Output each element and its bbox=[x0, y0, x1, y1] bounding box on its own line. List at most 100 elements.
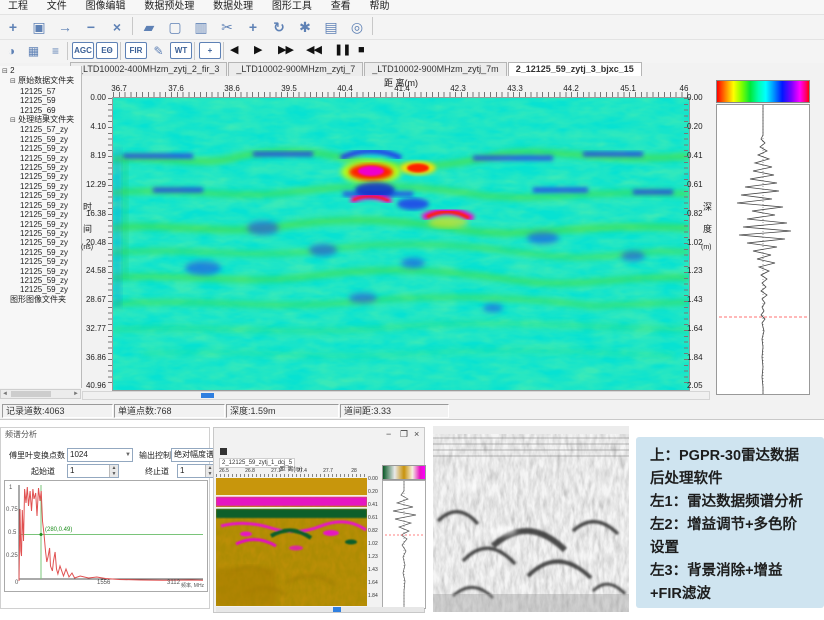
file-add-icon[interactable]: + bbox=[2, 17, 24, 37]
depth-axis-unit: (m) bbox=[701, 244, 712, 251]
tree-item[interactable]: 12125_59_zy bbox=[0, 248, 81, 257]
plot-horizontal-scrollbar[interactable] bbox=[82, 391, 710, 400]
menu-image-edit[interactable]: 图像编辑 bbox=[78, 0, 134, 14]
gain-color-window: − ❐ × 2_12125_59_zytj_1_dcj_5 距 离(m) 26.… bbox=[213, 427, 425, 613]
tree-item[interactable]: 12125_59_zy bbox=[0, 182, 81, 191]
fast-forward-button[interactable]: ▶▶ bbox=[278, 40, 293, 60]
print-preview-icon[interactable]: ◎ bbox=[346, 17, 368, 37]
brush-edit-icon[interactable]: ✎ bbox=[149, 42, 168, 60]
menu-process[interactable]: 数据处理 bbox=[205, 0, 261, 14]
menu-file[interactable]: 文件 bbox=[39, 0, 75, 14]
y-tick: 0.75 bbox=[6, 507, 18, 513]
pause-button[interactable]: ❚❚ bbox=[334, 40, 350, 60]
tree-item[interactable]: 12125_57_zy bbox=[0, 125, 81, 134]
depth-axis-label: 深 bbox=[703, 200, 712, 213]
tree-item[interactable]: 12125_59_zy bbox=[0, 267, 81, 276]
rewind-button[interactable]: ◀◀ bbox=[306, 40, 321, 60]
restore-icon[interactable]: ❐ bbox=[400, 430, 408, 439]
minimize-icon[interactable]: − bbox=[386, 430, 391, 439]
tree-item[interactable]: 12125_59_zy bbox=[0, 172, 81, 181]
tree-item[interactable]: 12125_59_zy bbox=[0, 285, 81, 294]
menu-graph-tools[interactable]: 图形工具 bbox=[264, 0, 320, 14]
palette-icon[interactable]: ◑ bbox=[2, 42, 21, 60]
agc-gain-button[interactable]: AGC bbox=[72, 42, 94, 59]
add-folder-icon[interactable]: + bbox=[242, 17, 264, 37]
table-list-icon[interactable]: ≡ bbox=[46, 42, 65, 60]
depth-tick: 0.20 bbox=[687, 122, 709, 131]
paste-icon[interactable]: ▣ bbox=[28, 17, 50, 37]
step-back-button[interactable]: ◀ bbox=[230, 40, 237, 60]
tree-item[interactable]: ⊟ 2 bbox=[0, 66, 81, 76]
menu-preprocess[interactable]: 数据预处理 bbox=[136, 0, 202, 14]
scroll-thumb[interactable] bbox=[11, 391, 51, 397]
wavelet-button[interactable]: WT bbox=[170, 42, 192, 59]
tab-file-1[interactable]: _LTD10002-400MHzm_zytj_2_fir_3 bbox=[70, 62, 227, 76]
tab-file-3[interactable]: _LTD10002-900MHzm_zytj_7m bbox=[364, 62, 506, 76]
mini-horizontal-scrollbar[interactable] bbox=[216, 607, 424, 612]
save-image-icon[interactable]: ▥ bbox=[190, 17, 212, 37]
histogram-icon[interactable]: ▦ bbox=[24, 42, 43, 60]
fir-filter-button[interactable]: FIR bbox=[125, 42, 147, 59]
menu-view[interactable]: 查看 bbox=[323, 0, 359, 14]
tree-item[interactable]: 12125_59_zy bbox=[0, 229, 81, 238]
output-control-field[interactable]: 绝对幅度谱 bbox=[171, 448, 215, 462]
tree-item[interactable]: ⊟ 原始数据文件夹 bbox=[0, 76, 81, 86]
file-delete-icon[interactable]: × bbox=[106, 17, 128, 37]
mini-radar-canvas[interactable] bbox=[216, 478, 367, 606]
tree-horizontal-scrollbar[interactable]: ◄ ► bbox=[0, 389, 81, 399]
tree-item[interactable]: 12125_59_zy bbox=[0, 135, 81, 144]
refresh-file-icon[interactable]: ↻ bbox=[268, 17, 290, 37]
collapse-icon[interactable]: ⊟ bbox=[2, 68, 8, 75]
depth-tick: 0.61 bbox=[687, 180, 709, 189]
eo-filter-button[interactable]: EΘ bbox=[96, 42, 118, 59]
tree-item[interactable]: 12125_57 bbox=[0, 87, 81, 96]
spinner-arrows-icon[interactable]: ▲▼ bbox=[109, 465, 118, 477]
tree-item[interactable]: 12125_59_zy bbox=[0, 154, 81, 163]
save-icon[interactable]: ▢ bbox=[164, 17, 186, 37]
stop-button[interactable]: ■ bbox=[358, 40, 364, 60]
import-icon[interactable]: → bbox=[54, 17, 76, 37]
y-tick: 1 bbox=[9, 485, 12, 491]
tree-item[interactable]: 12125_69 bbox=[0, 106, 81, 115]
cut-folder-icon[interactable]: ✂ bbox=[216, 17, 238, 37]
print-icon[interactable]: ▤ bbox=[320, 17, 342, 37]
time-tick: 12.29 bbox=[82, 180, 106, 189]
scroll-thumb[interactable] bbox=[333, 607, 341, 612]
file-remove-icon[interactable]: − bbox=[80, 17, 102, 37]
tree-item[interactable]: 12125_59_zy bbox=[0, 201, 81, 210]
end-trace-stepper[interactable]: 1▲▼ bbox=[177, 464, 215, 478]
depth-tick: 0.41 bbox=[687, 151, 709, 160]
open-folder-icon[interactable]: ▰ bbox=[138, 17, 160, 37]
marker-readout: (280,0.49) bbox=[45, 527, 72, 533]
collapse-icon[interactable]: ⊟ bbox=[10, 78, 16, 85]
mini-depth-tick: 0.41 bbox=[368, 502, 382, 508]
play-button[interactable]: ▶ bbox=[254, 40, 261, 60]
collapse-icon[interactable]: ⊟ bbox=[10, 117, 16, 124]
tree-item[interactable]: 12125_59_zy bbox=[0, 210, 81, 219]
settings-gear-icon[interactable]: ✱ bbox=[294, 17, 316, 37]
start-trace-stepper[interactable]: 1▲▼ bbox=[67, 464, 119, 478]
tree-item[interactable]: ⊟ 处理结果文件夹 bbox=[0, 115, 81, 125]
tree-item[interactable]: 12125_59 bbox=[0, 96, 81, 105]
fft-points-select[interactable]: 1024▼ bbox=[67, 448, 133, 462]
tab-file-2[interactable]: _LTD10002-900MHzm_zytj_7 bbox=[228, 62, 363, 76]
tree-item[interactable]: 12125_59_zy bbox=[0, 191, 81, 200]
radar-section-canvas[interactable] bbox=[112, 97, 690, 391]
mini-depth-tick: 1.23 bbox=[368, 554, 382, 560]
tree-item[interactable]: 12125_59_zy bbox=[0, 276, 81, 285]
scroll-left-icon[interactable]: ◄ bbox=[2, 390, 8, 398]
menu-help[interactable]: 帮助 bbox=[361, 0, 397, 14]
tree-item[interactable]: 12125_59_zy bbox=[0, 220, 81, 229]
tree-item[interactable]: 12125_59_zy bbox=[0, 163, 81, 172]
tab-file-4-active[interactable]: 2_12125_59_zytj_3_bjxc_15 bbox=[508, 62, 642, 76]
close-icon[interactable]: × bbox=[414, 430, 419, 439]
center-crosshair-button[interactable]: + bbox=[199, 42, 221, 59]
scroll-thumb[interactable] bbox=[201, 393, 214, 398]
tree-item[interactable]: 图形图像文件夹 bbox=[0, 295, 81, 304]
menu-project[interactable]: 工程 bbox=[0, 0, 36, 14]
tree-item[interactable]: 12125_59_zy bbox=[0, 238, 81, 247]
tree-item[interactable]: 12125_59_zy bbox=[0, 144, 81, 153]
spectrum-chart: 1 0.75 0.5 0.25 0 1556 3112 频率, MHz (280… bbox=[4, 480, 208, 592]
tree-item[interactable]: 12125_59_zy bbox=[0, 257, 81, 266]
scroll-right-icon[interactable]: ► bbox=[73, 390, 79, 398]
